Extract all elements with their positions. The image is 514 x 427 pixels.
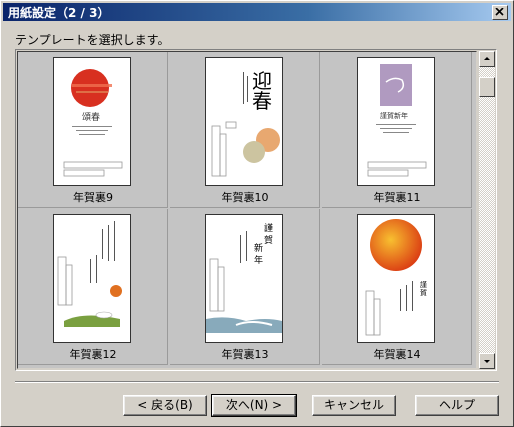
scroll-thumb[interactable] bbox=[479, 77, 495, 97]
template-thumbnail bbox=[53, 214, 131, 343]
paper-settings-dialog: 用紙設定（2 / 3） テンプレートを選択します。 頌春 年賀裏9 迎 春 年賀… bbox=[0, 0, 514, 427]
close-button[interactable] bbox=[492, 5, 508, 20]
template-label: 年賀裏11 bbox=[373, 191, 421, 204]
help-button[interactable]: ヘルプ bbox=[415, 395, 499, 416]
template-thumbnail: 頌春 bbox=[53, 57, 131, 186]
svg-text:年: 年 bbox=[254, 254, 263, 266]
template-list: 頌春 年賀裏9 迎 春 年賀裏10 謹賀新年 年賀裏11 年賀裏12 謹 賀 新… bbox=[15, 49, 497, 371]
template-item[interactable]: 年賀裏12 bbox=[18, 209, 168, 365]
vertical-scrollbar[interactable] bbox=[479, 51, 495, 369]
svg-text:謹賀新年: 謹賀新年 bbox=[380, 111, 408, 120]
back-button[interactable]: < 戻る(B) bbox=[123, 395, 207, 416]
scroll-down-button[interactable] bbox=[479, 353, 495, 369]
template-item[interactable]: 頌春 年賀裏9 bbox=[18, 52, 168, 208]
template-thumbnail: 迎 春 bbox=[205, 57, 283, 186]
template-list-viewport: 頌春 年賀裏9 迎 春 年賀裏10 謹賀新年 年賀裏11 年賀裏12 謹 賀 新… bbox=[17, 51, 477, 369]
scroll-up-button[interactable] bbox=[479, 51, 495, 67]
template-label: 年賀裏10 bbox=[221, 191, 269, 204]
separator bbox=[15, 381, 499, 383]
template-item[interactable]: 迎 春 年賀裏10 bbox=[170, 52, 320, 208]
triangle-up-icon bbox=[484, 57, 490, 60]
template-thumbnail: 謹 賀 新 年 bbox=[205, 214, 283, 343]
svg-text:新: 新 bbox=[254, 242, 263, 254]
instruction-text: テンプレートを選択します。 bbox=[15, 33, 170, 47]
close-icon bbox=[495, 8, 504, 16]
cancel-button[interactable]: キャンセル bbox=[312, 395, 396, 416]
template-item[interactable]: 謹 賀 新 年 年賀裏13 bbox=[170, 209, 320, 365]
template-thumbnail: 謹賀新年 bbox=[357, 57, 435, 186]
svg-text:賀: 賀 bbox=[420, 288, 427, 297]
svg-text:謹: 謹 bbox=[420, 280, 427, 289]
window-title: 用紙設定（2 / 3） bbox=[8, 6, 110, 20]
svg-text:賀: 賀 bbox=[264, 234, 273, 246]
template-item[interactable]: 謹 賀 年賀裏14 bbox=[322, 209, 472, 365]
template-label: 年賀裏13 bbox=[221, 348, 269, 361]
svg-text:春: 春 bbox=[252, 89, 272, 113]
template-item[interactable]: 謹賀新年 年賀裏11 bbox=[322, 52, 472, 208]
svg-text:謹: 謹 bbox=[264, 222, 273, 234]
triangle-down-icon bbox=[484, 360, 490, 363]
template-label: 年賀裏14 bbox=[373, 348, 421, 361]
template-label: 年賀裏9 bbox=[73, 191, 113, 204]
template-label: 年賀裏12 bbox=[69, 348, 117, 361]
title-bar[interactable]: 用紙設定（2 / 3） bbox=[3, 3, 511, 21]
next-button[interactable]: 次へ(N) > bbox=[211, 394, 297, 417]
svg-text:頌春: 頌春 bbox=[82, 111, 100, 123]
template-thumbnail: 謹 賀 bbox=[357, 214, 435, 343]
